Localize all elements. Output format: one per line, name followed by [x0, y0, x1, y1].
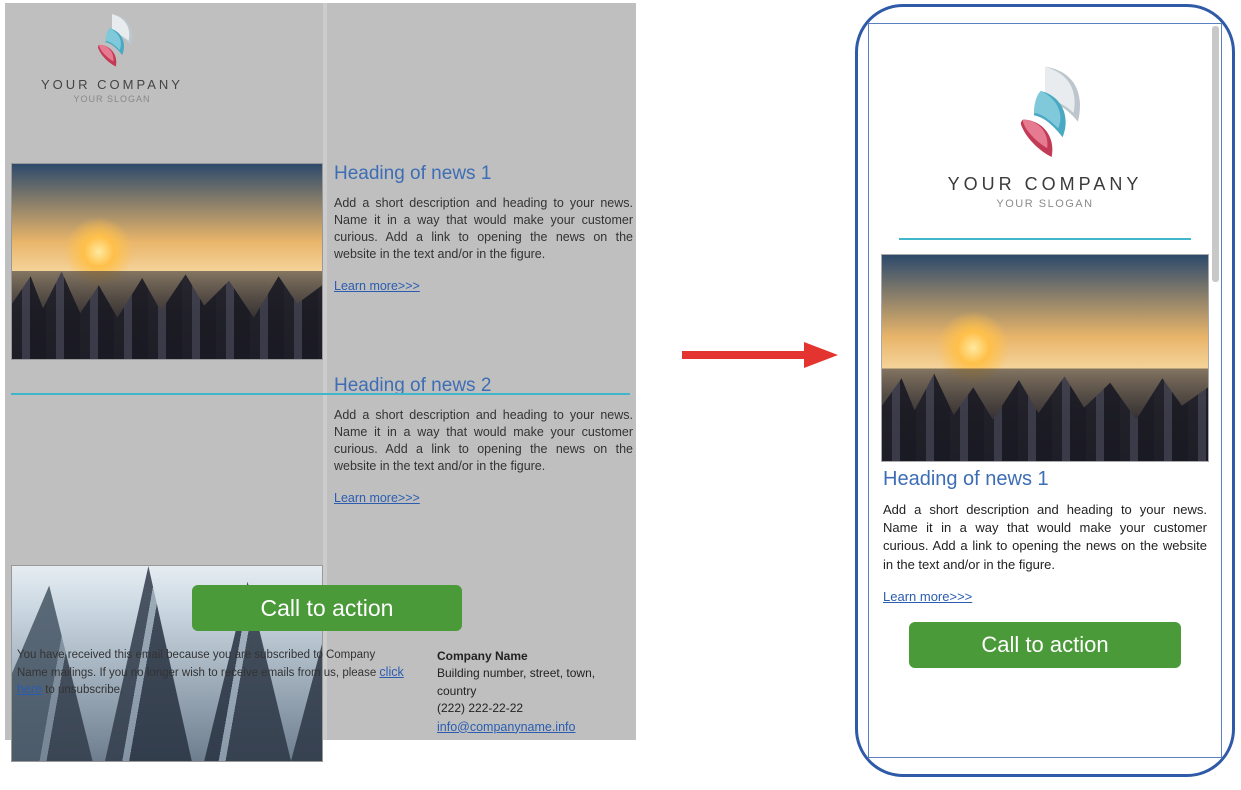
cta-button[interactable]: Call to action — [192, 585, 462, 631]
unsubscribe-text: You have received this email because you… — [17, 648, 407, 699]
news-body: Add a short description and heading to y… — [883, 501, 1207, 574]
unsub-post: to unsubscribe. — [42, 684, 123, 696]
news-body: Add a short description and heading to y… — [334, 407, 633, 475]
company-logo-block: YOUR COMPANY YOUR SLOGAN — [869, 58, 1221, 210]
cta-button[interactable]: Call to action — [909, 622, 1181, 668]
logo-mark-icon — [990, 58, 1100, 168]
logo-mark-icon — [80, 9, 144, 73]
news-body: Add a short description and heading to y… — [334, 195, 633, 263]
header-divider — [899, 238, 1191, 240]
footer-company-name: Company Name — [437, 648, 637, 665]
company-name: YOUR COMPANY — [869, 174, 1221, 195]
footer-email-link[interactable]: info@companyname.info — [437, 720, 575, 734]
company-logo-block: YOUR COMPANY YOUR SLOGAN — [41, 9, 183, 104]
news-heading: Heading of news 1 — [334, 163, 633, 185]
footer-address: Building number, street, town, country — [437, 665, 637, 700]
mobile-screen: YOUR COMPANY YOUR SLOGAN Heading of news… — [868, 23, 1222, 758]
company-slogan: YOUR SLOGAN — [869, 198, 1221, 210]
footer-divider — [11, 393, 630, 395]
company-contact: Company Name Building number, street, to… — [437, 648, 637, 736]
company-slogan: YOUR SLOGAN — [41, 94, 183, 104]
learn-more-link[interactable]: Learn more>>> — [883, 589, 972, 604]
scrollbar[interactable] — [1212, 26, 1219, 282]
mobile-device-frame: YOUR COMPANY YOUR SLOGAN Heading of news… — [855, 4, 1235, 777]
footer-phone: (222) 222-22-22 — [437, 700, 637, 717]
company-name: YOUR COMPANY — [41, 77, 183, 92]
news-heading: Heading of news 1 — [883, 468, 1207, 491]
learn-more-link[interactable]: Learn more>>> — [334, 491, 420, 505]
news-block-1: Heading of news 1 Add a short descriptio… — [334, 163, 633, 295]
news-image-1[interactable] — [11, 163, 323, 360]
desktop-email-preview: YOUR COMPANY YOUR SLOGAN Heading of news… — [5, 3, 636, 740]
news-image-1[interactable] — [881, 254, 1209, 462]
learn-more-link[interactable]: Learn more>>> — [334, 279, 420, 293]
unsub-pre: You have received this email because you… — [17, 649, 379, 679]
news-block-1: Heading of news 1 Add a short descriptio… — [883, 468, 1207, 606]
responsive-arrow-icon — [680, 340, 840, 370]
